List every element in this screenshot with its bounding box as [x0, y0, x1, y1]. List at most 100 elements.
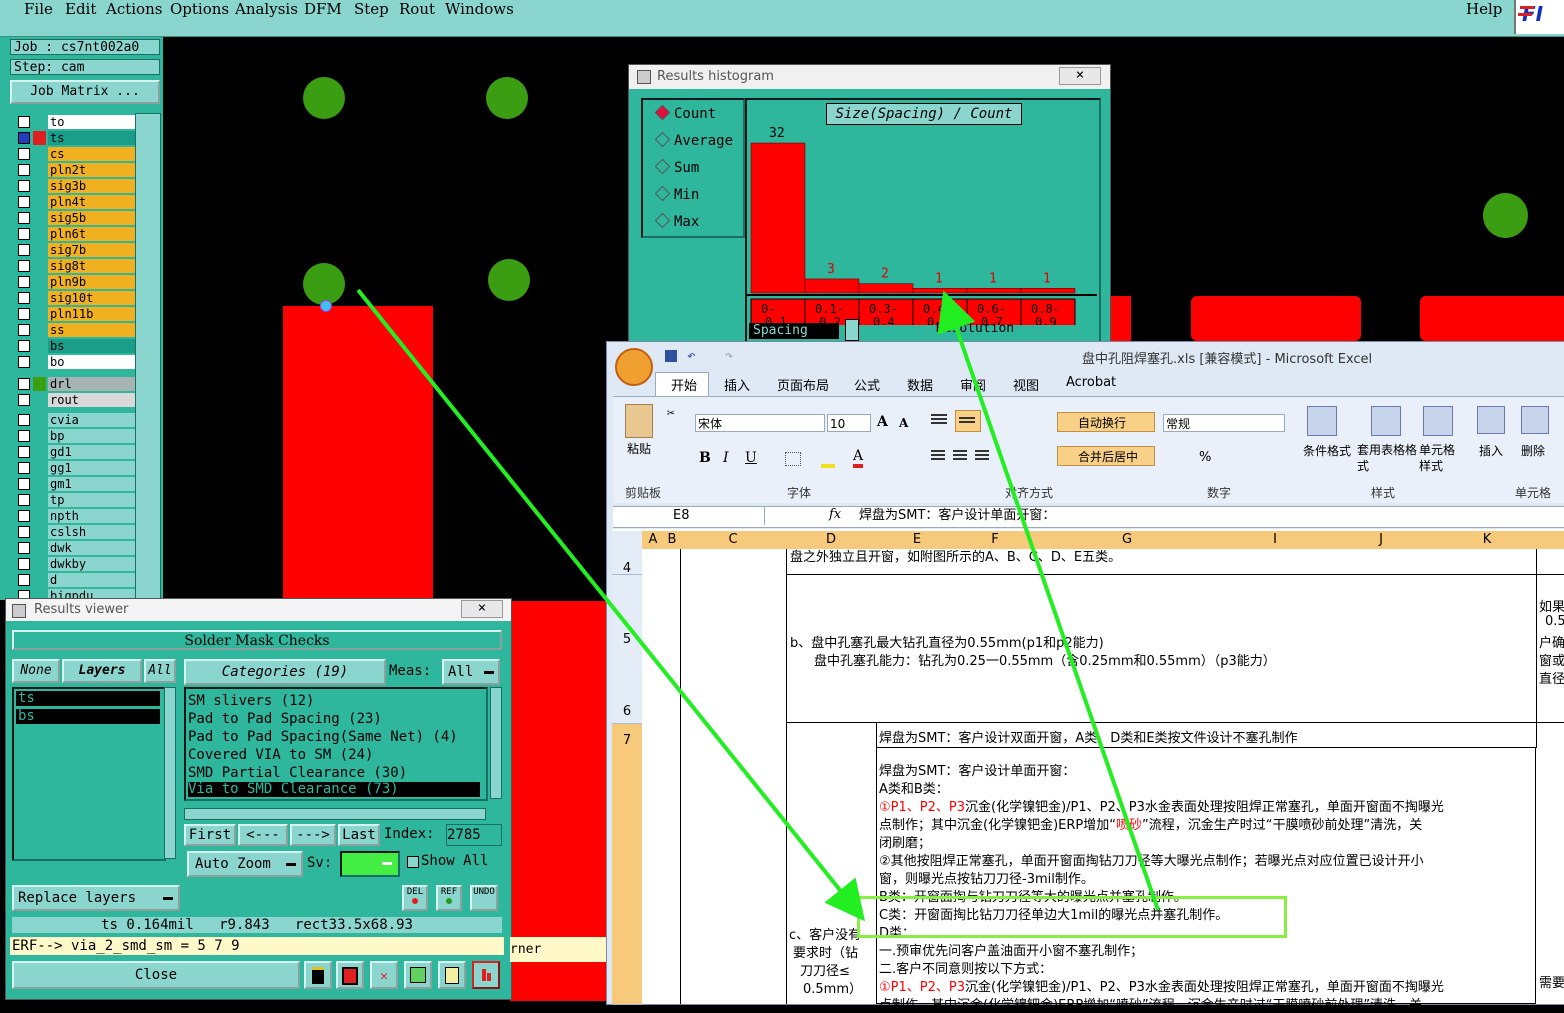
menu-actions[interactable]: Actions	[106, 0, 162, 18]
histogram-bar[interactable]	[912, 288, 968, 294]
redo-icon[interactable]: ↷	[725, 348, 733, 364]
layer-row-pln4t[interactable]: pln4t	[14, 195, 144, 209]
layer-checkbox[interactable]	[18, 394, 30, 406]
layer-row-cs[interactable]: cs	[14, 147, 144, 161]
via-pad[interactable]	[486, 77, 528, 119]
all-button[interactable]: All	[144, 659, 176, 683]
tab-view[interactable]: 视图	[1013, 375, 1039, 394]
first-button[interactable]: First	[184, 824, 236, 846]
select-all[interactable]	[612, 531, 643, 549]
tab-formulas[interactable]: 公式	[854, 375, 880, 394]
tab-data[interactable]: 数据	[907, 375, 933, 394]
categories-hscrollbar[interactable]	[184, 808, 486, 820]
next-button[interactable]: --->	[290, 824, 336, 846]
name-box[interactable]: E8	[613, 507, 765, 525]
layer-checkbox[interactable]	[18, 510, 30, 522]
layer-row-gm1[interactable]: gm1	[14, 477, 144, 491]
col-header[interactable]: C	[680, 531, 787, 549]
list-item[interactable]: bs	[16, 709, 160, 724]
layer-row-ss[interactable]: ss	[14, 323, 144, 337]
layer-row-gg1[interactable]: gg1	[14, 461, 144, 475]
tab-home[interactable]: 开始	[671, 375, 697, 394]
col-header[interactable]: B	[664, 531, 681, 549]
list-item[interactable]: Covered VIA to SM (24)	[188, 746, 373, 764]
layer-checkbox[interactable]	[18, 324, 30, 336]
close-button[interactable]: Close	[12, 961, 300, 989]
tool-icon[interactable]	[336, 961, 364, 989]
via-pad[interactable]	[303, 263, 345, 305]
layer-row-sig8t[interactable]: sig8t	[14, 259, 144, 273]
histogram-bar[interactable]	[750, 142, 806, 294]
tool-icon[interactable]	[304, 961, 332, 989]
layer-checkbox[interactable]	[18, 292, 30, 304]
show-all-checkbox[interactable]	[407, 856, 419, 868]
shrink-font-icon[interactable]: A	[899, 416, 908, 430]
layer-row-ts[interactable]: ts	[14, 131, 144, 145]
prev-button[interactable]: <---	[238, 824, 288, 846]
categories-button[interactable]: Categories (19)	[184, 659, 386, 685]
row-header[interactable]: 5	[612, 575, 642, 724]
histogram-bar[interactable]	[804, 278, 860, 294]
tool-icon[interactable]	[438, 961, 466, 989]
layer-row-d[interactable]: d	[14, 573, 144, 587]
col-header[interactable]	[1540, 531, 1564, 549]
menu-analysis[interactable]: Analysis	[235, 0, 298, 18]
number-format-select[interactable]: 常规	[1163, 414, 1285, 432]
layer-checkbox[interactable]	[18, 196, 30, 208]
layers-tab[interactable]: Layers	[62, 659, 142, 683]
paste-icon[interactable]	[625, 404, 653, 438]
italic-icon[interactable]: I	[723, 450, 729, 466]
layer-checkbox[interactable]	[18, 180, 30, 192]
layer-row-pln9b[interactable]: pln9b	[14, 275, 144, 289]
table-format-icon[interactable]	[1371, 406, 1401, 436]
layer-row-sig5b[interactable]: sig5b	[14, 211, 144, 225]
grow-font-icon[interactable]: A	[877, 414, 888, 430]
layer-checkbox[interactable]	[18, 356, 30, 368]
smd-pad[interactable]	[1191, 296, 1361, 341]
close-icon[interactable]: ×	[461, 600, 503, 618]
layer-checkbox[interactable]	[18, 478, 30, 490]
layer-checkbox[interactable]	[18, 340, 30, 352]
bold-icon[interactable]: B	[699, 450, 711, 466]
tab-review[interactable]: 审阅	[960, 375, 986, 394]
layer-row-to[interactable]: to	[14, 115, 144, 129]
layer-checkbox[interactable]	[18, 212, 30, 224]
smd-pad[interactable]	[1420, 296, 1564, 341]
layer-row-pln11b[interactable]: pln11b	[14, 307, 144, 321]
cell-style-icon[interactable]	[1423, 406, 1453, 436]
align-middle-icon[interactable]	[955, 410, 981, 432]
col-header[interactable]: I	[1222, 531, 1329, 549]
layer-checkbox[interactable]	[18, 116, 30, 128]
categories-scrollbar[interactable]	[490, 687, 502, 799]
layer-checkbox[interactable]	[18, 132, 30, 144]
layer-row-npth[interactable]: npth	[14, 509, 144, 523]
layer-checkbox[interactable]	[18, 542, 30, 554]
sv-color-dropdown[interactable]	[340, 851, 400, 877]
layer-row-pln2t[interactable]: pln2t	[14, 163, 144, 177]
replace-layers-dropdown[interactable]: Replace layers	[12, 885, 180, 911]
formula-input[interactable]: 焊盘为SMT：客户设计单面开窗：	[859, 507, 1055, 525]
layer-row-sig10t[interactable]: sig10t	[14, 291, 144, 305]
menu-dfm[interactable]: DFM	[304, 0, 342, 18]
via-pad[interactable]	[488, 259, 530, 301]
font-name-select[interactable]: 宋体	[695, 414, 825, 432]
meas-dropdown[interactable]: All	[442, 659, 500, 685]
layer-checkbox[interactable]	[18, 414, 30, 426]
auto-zoom-dropdown[interactable]: Auto Zoom	[187, 851, 303, 877]
layer-checkbox[interactable]	[18, 430, 30, 442]
layer-checkbox[interactable]	[18, 462, 30, 474]
index-input[interactable]: 2785	[446, 824, 502, 846]
tab-insert[interactable]: 插入	[724, 375, 750, 394]
conditional-format-icon[interactable]	[1307, 406, 1337, 436]
list-item[interactable]: SM slivers (12)	[188, 692, 314, 710]
layer-row-cslsh[interactable]: cslsh	[14, 525, 144, 539]
layer-checkbox[interactable]	[18, 228, 30, 240]
layer-row-cvia[interactable]: cvia	[14, 413, 144, 427]
menu-file[interactable]: File	[24, 0, 53, 18]
tool-icon[interactable]	[472, 961, 500, 989]
font-color-icon[interactable]: A	[853, 448, 864, 468]
layer-row-tp[interactable]: tp	[14, 493, 144, 507]
radio-sum[interactable]: Sum	[654, 158, 699, 176]
list-item[interactable]: Pad to Pad Spacing (23)	[188, 710, 382, 728]
layer-scrollbar[interactable]	[135, 113, 161, 603]
